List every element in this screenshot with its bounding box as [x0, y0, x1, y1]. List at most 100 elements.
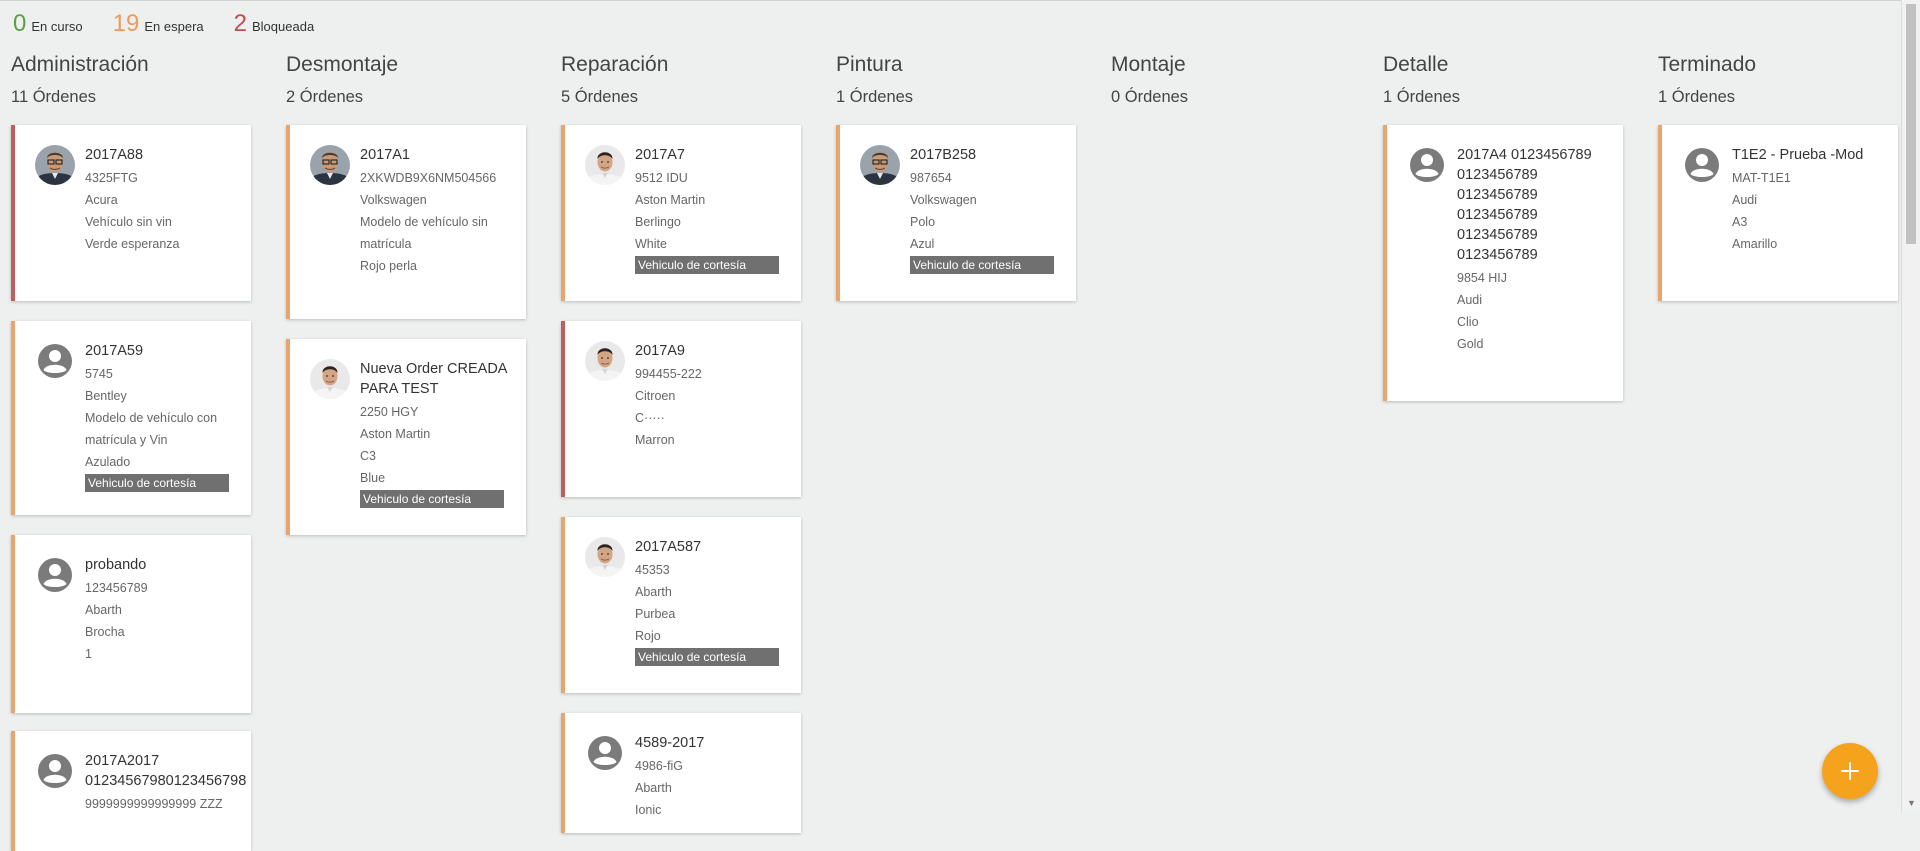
order-card[interactable]: 2017B258 987654 Volkswagen Polo Azul Vehiculo…: [836, 125, 1076, 301]
order-detail: Abarth: [635, 781, 672, 795]
order-detail: Ionic: [635, 803, 662, 817]
avatar: [35, 145, 75, 185]
column-title: Desmontaje: [286, 53, 399, 76]
courtesy-vehicle-badge: Vehiculo de cortesía: [910, 256, 1054, 274]
order-info: 2017A1 2XKWDB9X6NM504566 Volkswagen Modelo …: [360, 145, 518, 277]
order-card[interactable]: 2017A59 5745 Bentley Modelo de vehículo con…: [11, 321, 251, 515]
column-title: Administración: [11, 53, 149, 76]
order-detail: 45353: [635, 563, 670, 577]
order-title: probando: [85, 557, 147, 573]
column-title: Terminado: [1658, 53, 1757, 76]
order-detail: Rojo: [635, 629, 661, 643]
scroll-down-arrow-icon[interactable]: ▼: [1907, 798, 1916, 808]
order-info: 2017B258 987654 Volkswagen Polo Azul Vehiculo…: [910, 145, 1068, 274]
order-detail: Gold: [1457, 337, 1484, 351]
courtesy-vehicle-badge: Vehiculo de cortesía: [360, 490, 504, 508]
order-detail: Citroen: [635, 389, 676, 403]
order-card[interactable]: Nueva Order CREADA PARA TEST 2250 HGY Asto…: [286, 339, 526, 535]
order-detail: Volkswagen: [910, 193, 977, 207]
avatar-placeholder-icon: [1682, 145, 1722, 185]
order-info: Nueva Order CREADA PARA TEST 2250 HGY Asto…: [360, 359, 518, 508]
order-detail: C3: [360, 449, 376, 463]
avatar: [310, 145, 350, 185]
column-order-count: 1 Órdenes: [1658, 88, 1736, 106]
order-detail: Audi: [1732, 193, 1758, 207]
order-card[interactable]: 2017A9 994455-222 Citroen C····· Marron: [561, 321, 801, 497]
order-title: T1E2 - Prueba -Mod: [1732, 147, 1864, 163]
avatar-placeholder-icon: [35, 555, 75, 595]
order-detail: Amarillo: [1732, 237, 1778, 251]
order-detail: Abarth: [635, 585, 672, 599]
column-title: Pintura: [836, 53, 903, 76]
order-detail: 987654: [910, 171, 952, 185]
column-6: Terminado 1 Órdenes T1E2 - Prueba -Mod MAT-…: [1658, 0, 1902, 812]
order-detail: Aston Martin: [360, 427, 431, 441]
order-card[interactable]: 2017A4 0123456789 0123456789 0123456789 …: [1383, 125, 1623, 401]
order-title: 2017A59: [85, 343, 144, 359]
order-detail: 5745: [85, 367, 113, 381]
order-detail: Bentley: [85, 389, 127, 403]
order-detail: Marron: [635, 433, 675, 447]
order-card[interactable]: probando 123456789 Abarth Brocha 1: [11, 535, 251, 713]
order-detail: 9854 HIJ: [1457, 271, 1508, 285]
order-detail: 4325FTG: [85, 171, 138, 185]
avatar-placeholder-icon: [35, 341, 75, 381]
order-title: 2017A587: [635, 539, 702, 555]
order-detail: Blue: [360, 471, 386, 485]
order-detail: Purbea: [635, 607, 676, 621]
add-order-button[interactable]: [1822, 743, 1878, 799]
order-card[interactable]: 2017A88 4325FTG Acura Vehículo sin vin Verde…: [11, 125, 251, 301]
order-title: 2017A88: [85, 147, 144, 163]
order-info: 2017A7 9512 IDU Aston Martin Berlingo White V…: [635, 145, 793, 274]
order-detail: Audi: [1457, 293, 1483, 307]
order-info: 2017A88 4325FTG Acura Vehículo sin vin Verde…: [85, 145, 243, 255]
order-detail: Clio: [1457, 315, 1479, 329]
order-title: 2017B258: [910, 147, 977, 163]
order-info: probando 123456789 Abarth Brocha 1: [85, 555, 243, 665]
order-detail: Acura: [85, 193, 118, 207]
order-info: 2017A4 0123456789 0123456789 0123456789 …: [1457, 145, 1615, 355]
column-order-count: 5 Órdenes: [561, 88, 639, 106]
courtesy-vehicle-badge: Vehiculo de cortesía: [635, 648, 779, 666]
order-detail: Brocha: [85, 625, 125, 639]
column-0: Administración 11 Órdenes 2017A88 4325FTG Ac…: [11, 0, 255, 851]
courtesy-vehicle-badge: Vehiculo de cortesía: [635, 256, 779, 274]
column-title: Detalle: [1383, 53, 1449, 76]
column-4: Montaje 0 Órdenes: [1111, 0, 1355, 812]
order-detail: A3: [1732, 215, 1748, 229]
order-detail: Modelo de vehículo con matrícula y Vin: [85, 411, 218, 447]
order-card[interactable]: T1E2 - Prueba -Mod MAT-T1E1 Audi A3 Amarillo: [1658, 125, 1898, 301]
avatar: [585, 341, 625, 381]
order-title: 2017A2017 01234567980123456798: [85, 753, 247, 789]
order-detail: C·····: [635, 411, 665, 425]
scrollbar-thumb[interactable]: [1906, 4, 1916, 244]
order-info: 4589-2017 4986-fiG Abarth Ionic: [635, 733, 793, 821]
order-detail: Berlingo: [635, 215, 681, 229]
avatar: [310, 359, 350, 399]
order-title: 2017A4 0123456789 0123456789 0123456789 …: [1457, 147, 1592, 263]
column-order-count: 1 Órdenes: [836, 88, 914, 106]
order-detail: White: [635, 237, 667, 251]
order-detail: MAT-T1E1: [1732, 171, 1791, 185]
order-info: 2017A59 5745 Bentley Modelo de vehículo con…: [85, 341, 243, 492]
column-order-count: 1 Órdenes: [1383, 88, 1461, 106]
order-card[interactable]: 2017A7 9512 IDU Aston Martin Berlingo White V…: [561, 125, 801, 301]
vertical-scrollbar[interactable]: ▼: [1901, 0, 1920, 812]
column-1: Desmontaje 2 Órdenes 2017A1 2XKWDB9X6NM5045…: [286, 0, 530, 812]
column-3: Pintura 1 Órdenes 2017B258 987654 Volkswagen…: [836, 0, 1080, 812]
column-5: Detalle 1 Órdenes 2017A4 0123456789 012345…: [1383, 0, 1627, 812]
order-detail: 123456789: [85, 581, 148, 595]
order-card[interactable]: 2017A2017 01234567980123456798 9999999999…: [11, 731, 251, 851]
avatar-placeholder-icon: [35, 751, 75, 791]
column-order-count: 0 Órdenes: [1111, 88, 1189, 106]
order-card[interactable]: 4589-2017 4986-fiG Abarth Ionic: [561, 713, 801, 833]
column-order-count: 2 Órdenes: [286, 88, 364, 106]
order-detail: 2250 HGY: [360, 405, 419, 419]
order-detail: Rojo perla: [360, 259, 417, 273]
order-detail: 2XKWDB9X6NM504566: [360, 171, 497, 185]
order-card[interactable]: 2017A587 45353 Abarth Purbea Rojo Vehiculo de…: [561, 517, 801, 693]
avatar: [585, 145, 625, 185]
order-detail: 4986-fiG: [635, 759, 683, 773]
column-title: Reparación: [561, 53, 669, 76]
order-card[interactable]: 2017A1 2XKWDB9X6NM504566 Volkswagen Modelo …: [286, 125, 526, 319]
